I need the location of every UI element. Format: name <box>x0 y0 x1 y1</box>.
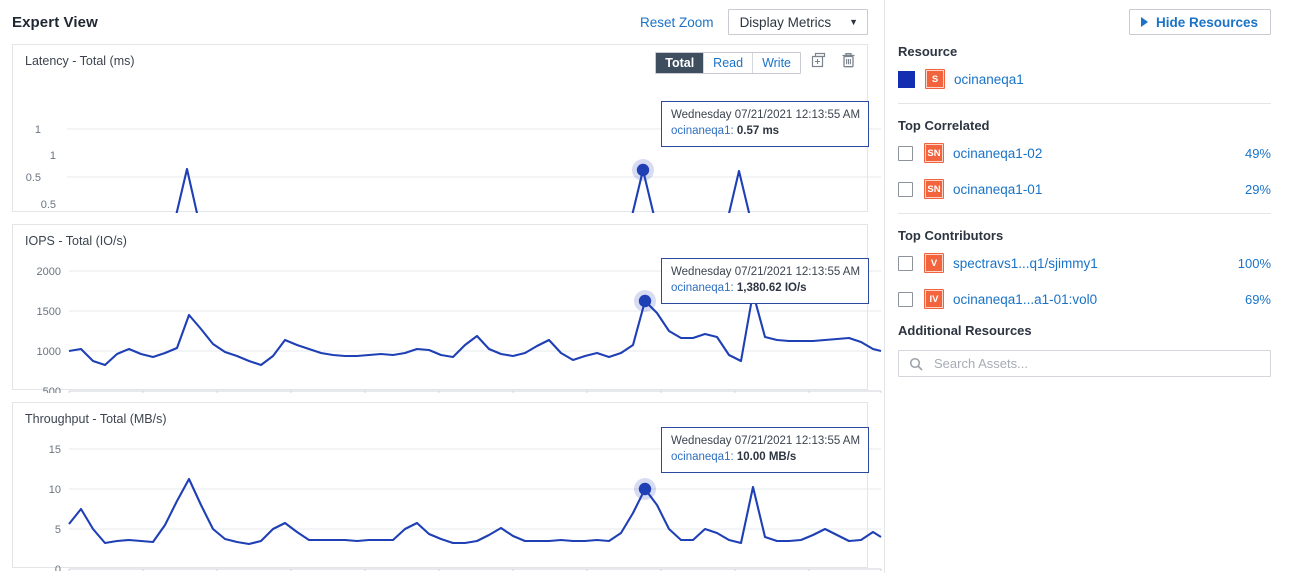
storage-node-badge-icon: SN <box>924 179 944 199</box>
chart-card-latency: Latency - Total (ms) Total Read Write <box>12 44 868 212</box>
reset-zoom-button[interactable]: Reset Zoom <box>640 15 714 30</box>
correlated-name-link[interactable]: ocinaneqa1-01 <box>953 182 1042 197</box>
search-assets-input[interactable] <box>932 355 1270 372</box>
chart-title: Throughput - Total (MB/s) <box>25 412 167 426</box>
list-item[interactable]: IV ocinaneqa1...a1-01:vol0 69% <box>898 287 1271 311</box>
correlated-name-link[interactable]: ocinaneqa1-02 <box>953 146 1042 161</box>
duplicate-icon[interactable] <box>811 52 828 69</box>
tooltip-series-name: ocinaneqa1: <box>671 125 734 137</box>
hide-resources-label: Hide Resources <box>1156 15 1258 30</box>
chart-tooltip-iops: Wednesday 07/21/2021 12:13:55 AM ocinane… <box>661 258 869 304</box>
chart-highlight-point <box>639 295 651 307</box>
tooltip-series-name: ocinaneqa1: <box>671 282 734 294</box>
svg-text:0.5: 0.5 <box>41 199 56 211</box>
tooltip-timestamp: Wednesday 07/21/2021 12:13:55 AM <box>671 433 860 449</box>
chart-tooltip-throughput: Wednesday 07/21/2021 12:13:55 AM ocinane… <box>661 427 869 473</box>
chart-card-iops: IOPS - Total (IO/s) 2000 1500 1000 500 <box>12 224 868 390</box>
volume-badge-icon: V <box>924 253 944 273</box>
correlation-percent: 29% <box>1245 182 1271 197</box>
list-item[interactable]: SN ocinaneqa1-02 49% <box>898 141 1271 165</box>
resources-panel-header: Hide Resources <box>885 0 1289 44</box>
resource-name-link[interactable]: ocinaneqa1 <box>954 72 1024 87</box>
contribution-percent: 69% <box>1245 292 1271 307</box>
tooltip-series-name: ocinaneqa1: <box>671 451 734 463</box>
svg-text:5: 5 <box>55 524 61 536</box>
svg-text:1000: 1000 <box>37 346 61 358</box>
storage-node-badge-icon: SN <box>924 143 944 163</box>
top-contributors-heading: Top Contributors <box>898 228 1271 243</box>
chevron-down-icon: ▼ <box>849 18 858 27</box>
play-triangle-icon <box>1141 17 1148 27</box>
charts-panel: Expert View Reset Zoom Display Metrics ▼… <box>0 0 884 573</box>
display-metrics-select[interactable]: Display Metrics ▼ <box>728 9 868 35</box>
tooltip-timestamp: Wednesday 07/21/2021 12:13:55 AM <box>671 264 860 280</box>
resources-panel: Hide Resources Resource S ocinaneqa1 Top… <box>884 0 1289 573</box>
search-icon <box>909 357 923 371</box>
divider <box>898 103 1271 104</box>
correlation-percent: 49% <box>1245 146 1271 161</box>
resource-heading: Resource <box>898 44 1271 59</box>
list-item[interactable]: V spectravs1...q1/sjimmy1 100% <box>898 251 1271 275</box>
svg-text:500: 500 <box>43 386 61 393</box>
search-assets-box[interactable] <box>898 350 1271 377</box>
storage-badge-icon: S <box>925 69 945 89</box>
toolbar: Expert View Reset Zoom Display Metrics ▼ <box>0 0 884 44</box>
svg-text:0.5: 0.5 <box>26 172 41 184</box>
additional-resources-section: Additional Resources <box>885 323 1289 350</box>
hide-resources-button[interactable]: Hide Resources <box>1129 9 1271 35</box>
expert-view-page: Expert View Reset Zoom Display Metrics ▼… <box>0 0 1289 573</box>
resource-row[interactable]: S ocinaneqa1 <box>898 67 1271 91</box>
svg-text:0: 0 <box>55 564 61 571</box>
chart-highlight-point <box>639 483 651 495</box>
checkbox[interactable] <box>898 146 913 161</box>
tooltip-value: 0.57 ms <box>737 125 779 137</box>
chart-tooltip-latency: Wednesday 07/21/2021 12:13:55 AM ocinane… <box>661 101 869 147</box>
tooltip-timestamp: Wednesday 07/21/2021 12:13:55 AM <box>671 107 860 123</box>
tooltip-value: 1,380.62 IO/s <box>737 282 807 294</box>
chart-card-throughput: Throughput - Total (MB/s) 15 10 5 0 <box>12 402 868 568</box>
svg-text:15: 15 <box>49 444 61 456</box>
series-color-swatch <box>898 71 915 88</box>
list-item[interactable]: SN ocinaneqa1-01 29% <box>898 177 1271 201</box>
page-title: Expert View <box>12 14 98 31</box>
resource-section: Resource S ocinaneqa1 <box>885 44 1289 91</box>
checkbox[interactable] <box>898 256 913 271</box>
top-contributors-section: Top Contributors V spectravs1...q1/sjimm… <box>885 228 1289 311</box>
svg-text:1500: 1500 <box>37 306 61 318</box>
display-metrics-label: Display Metrics <box>740 15 832 30</box>
internal-volume-badge-icon: IV <box>924 289 944 309</box>
tooltip-value: 10.00 MB/s <box>737 451 796 463</box>
svg-text:1: 1 <box>35 124 41 136</box>
svg-text:2000: 2000 <box>37 266 61 278</box>
divider <box>898 213 1271 214</box>
toolbar-actions: Reset Zoom Display Metrics ▼ <box>640 9 868 35</box>
chart-title: IOPS - Total (IO/s) <box>25 234 127 248</box>
chart-highlight-point <box>637 164 649 176</box>
contributor-name-link[interactable]: spectravs1...q1/sjimmy1 <box>953 256 1098 271</box>
top-correlated-heading: Top Correlated <box>898 118 1271 133</box>
checkbox[interactable] <box>898 292 913 307</box>
svg-text:10: 10 <box>49 484 61 496</box>
trash-icon[interactable] <box>840 51 857 69</box>
additional-resources-heading: Additional Resources <box>898 323 1271 338</box>
svg-text:1: 1 <box>50 150 56 162</box>
checkbox[interactable] <box>898 182 913 197</box>
contribution-percent: 100% <box>1238 256 1271 271</box>
chart-icon-actions <box>811 51 857 69</box>
contributor-name-link[interactable]: ocinaneqa1...a1-01:vol0 <box>953 292 1097 307</box>
top-correlated-section: Top Correlated SN ocinaneqa1-02 49% SN o… <box>885 118 1289 201</box>
chart-title: Latency - Total (ms) <box>25 54 135 68</box>
